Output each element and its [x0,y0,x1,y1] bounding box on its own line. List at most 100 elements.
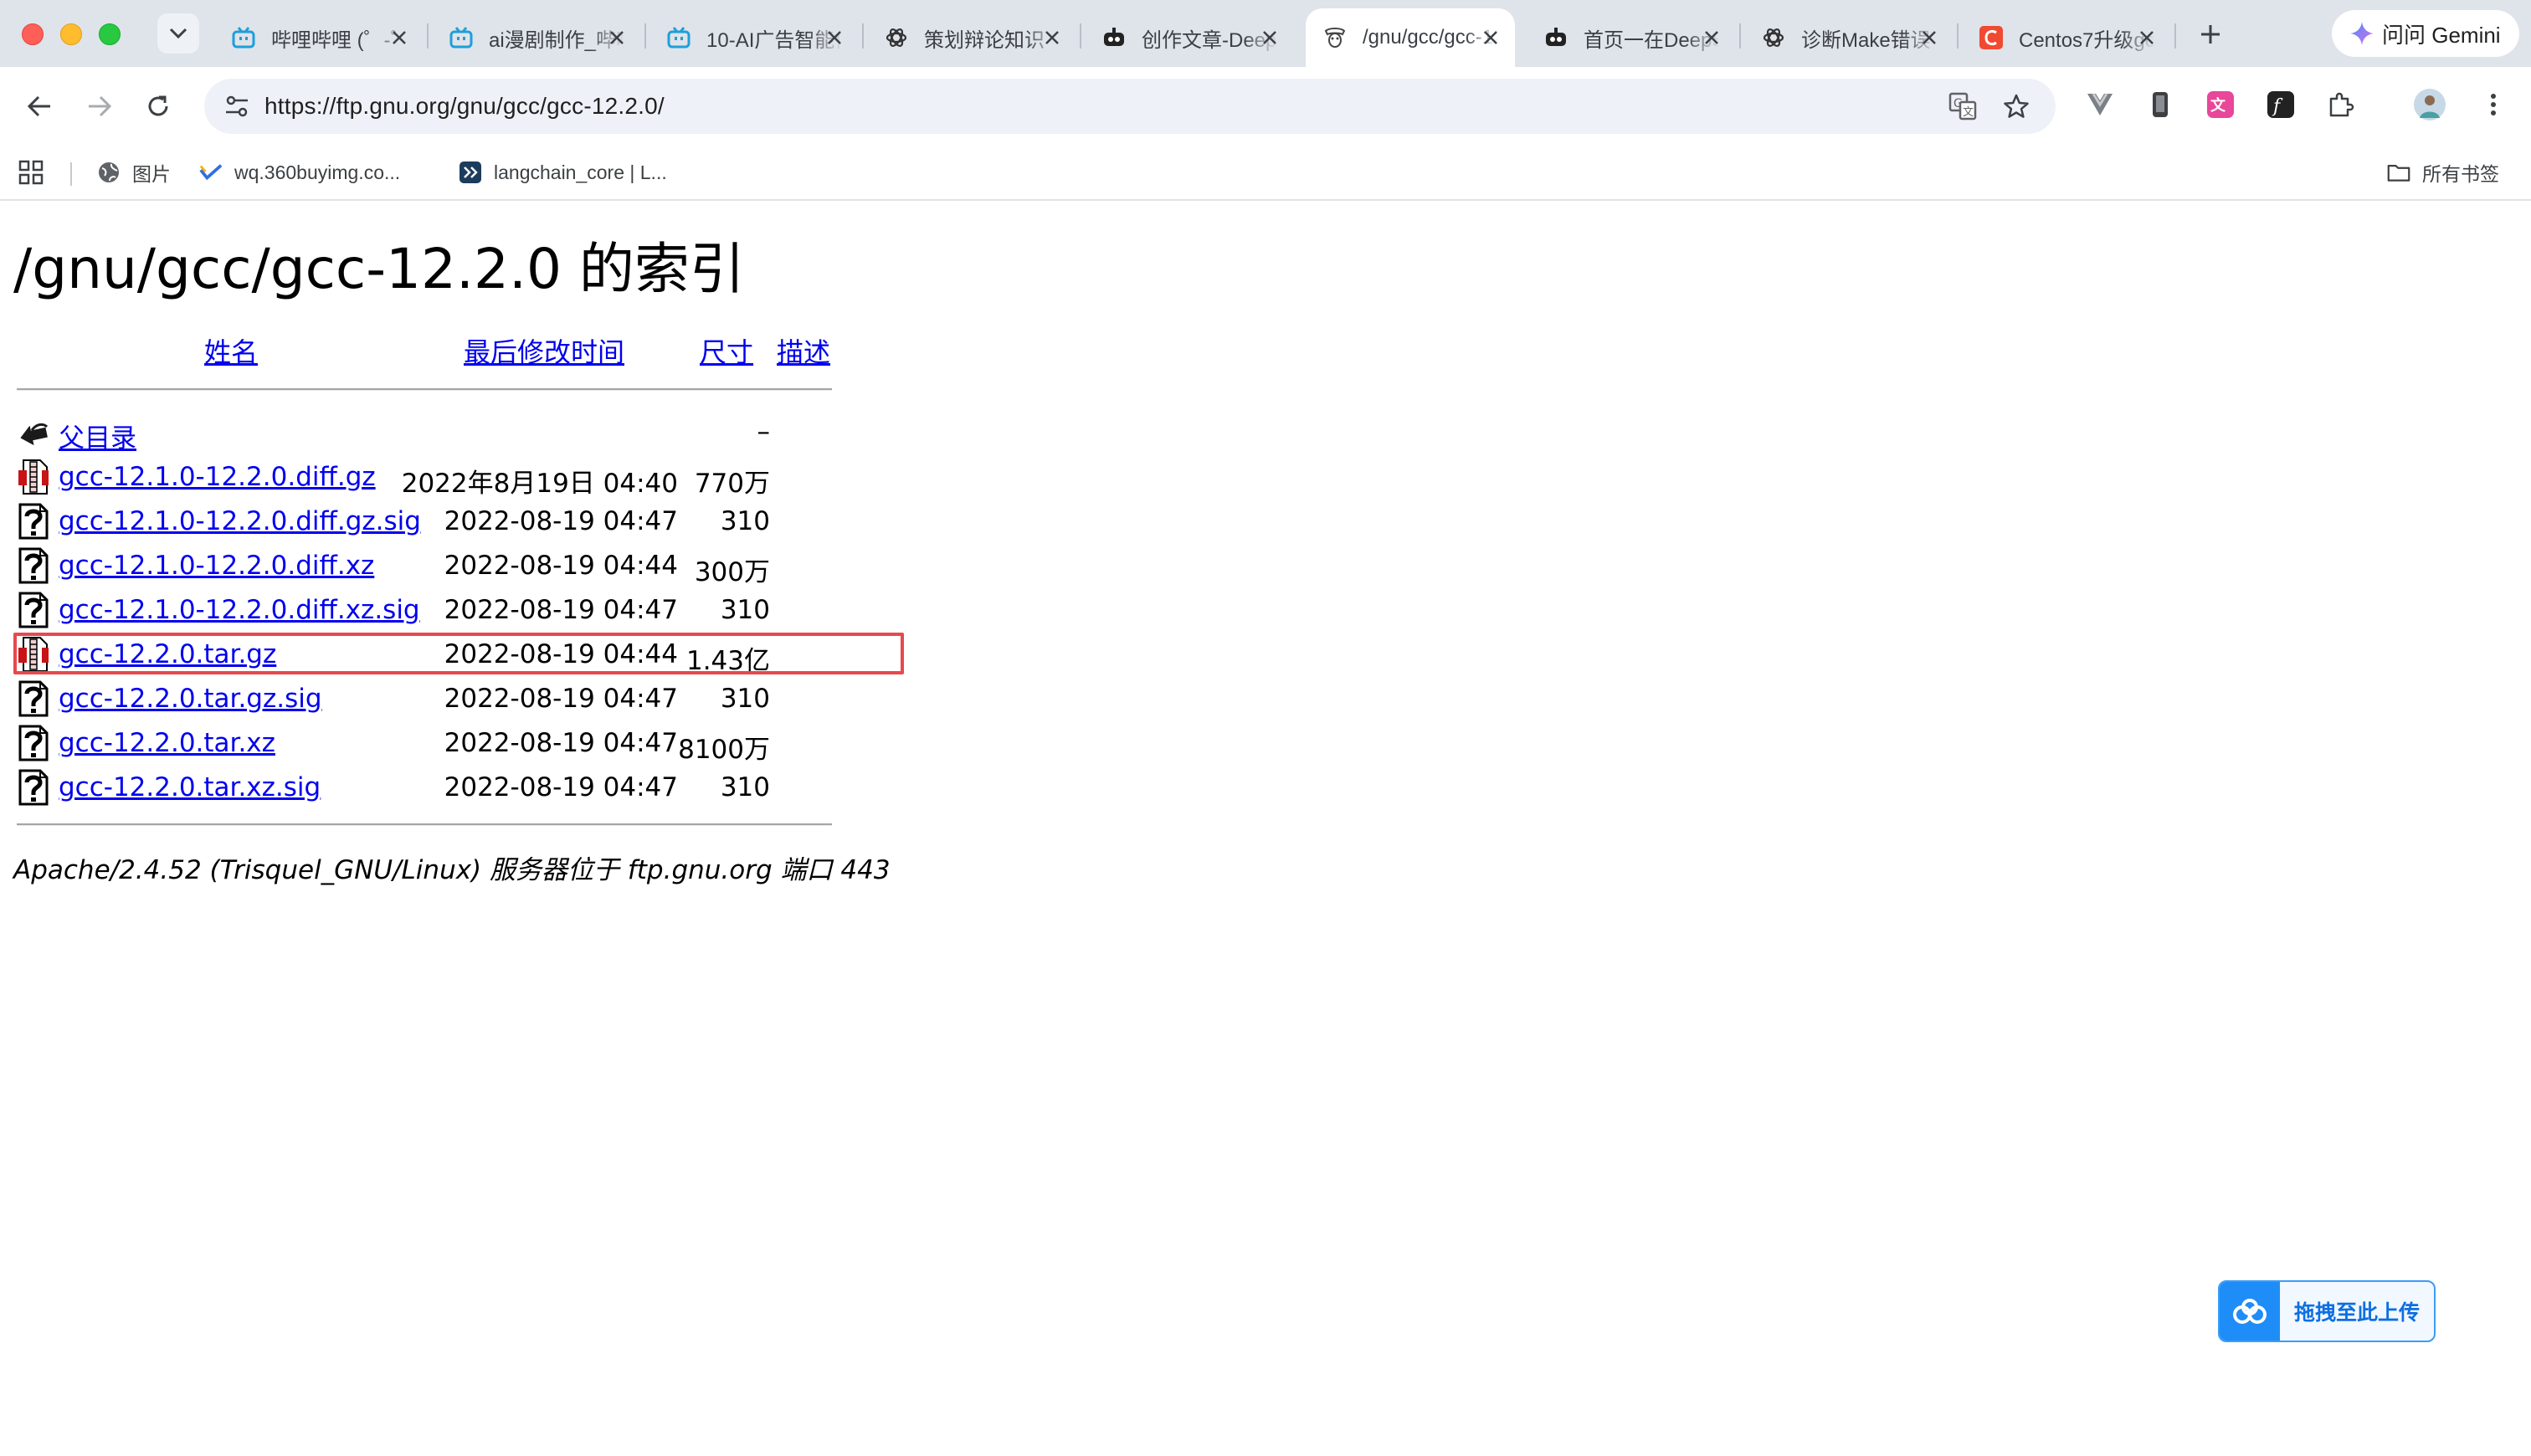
extension-device[interactable] [2141,85,2179,124]
tab-bilibili-ai-comic[interactable]: ai漫剧制作_哔哩哔哩 [432,8,641,67]
tab-divider [1957,23,1959,49]
bookmark-360buyimg[interactable]: wq.360buyimg.co... [199,156,400,189]
file-link[interactable]: gcc-12.1.0-12.2.0.diff.xz.sig [59,595,420,625]
extension-formula[interactable]: f [2261,85,2300,124]
phone-icon [2153,92,2168,117]
parent-directory-link[interactable]: 父目录 [59,417,136,454]
sort-by-description-link[interactable]: 描述 [777,331,830,370]
csdn-icon [1979,25,2004,50]
table-bottom-divider [17,823,832,826]
file-modified: 2022-08-19 04:47 [444,506,678,536]
formula-icon: f [2267,91,2294,118]
page-title: /gnu/gcc/gcc-12.2.0 的索引 [13,237,745,301]
check-icon [199,161,223,184]
bookmark-star-button[interactable] [1995,85,2037,127]
close-icon[interactable] [608,28,626,47]
file-row: gcc-12.2.0.tar.xz.sig 2022-08-19 04:47 3… [0,766,921,809]
bookmark-label: langchain_core | L... [494,161,667,183]
file-link[interactable]: gcc-12.1.0-12.2.0.diff.gz [59,462,376,492]
tab-search-button[interactable] [157,13,199,54]
zoom-window-button[interactable] [99,23,121,45]
tab-chatgpt-debate[interactable]: 策划辩论知识 [867,8,1076,67]
folder-icon [2387,161,2410,184]
file-size: 310 [720,772,770,802]
reload-icon [148,95,168,116]
tab-divider [862,23,864,49]
close-icon[interactable] [1043,28,1061,47]
bookmark-langchain[interactable]: langchain_core | L... [459,156,667,189]
extension-translator[interactable]: 文 [2201,85,2240,124]
close-icon[interactable] [1481,28,1500,47]
tab-title: 哔哩哔哩 (゜-゜)つロ [271,28,407,52]
file-link[interactable]: gcc-12.2.0.tar.gz.sig [59,684,322,714]
tab-title: 10-AI广告智能体 [706,28,842,52]
translate-button[interactable]: G文 [1942,85,1984,127]
file-link[interactable]: gcc-12.2.0.tar.xz.sig [59,772,321,802]
close-icon[interactable] [2138,28,2156,47]
file-row: gcc-12.1.0-12.2.0.diff.xz 2022-08-19 04:… [0,544,921,587]
robot-icon [1543,25,1568,50]
tab-gnu-gcc-index[interactable]: /gnu/gcc/gcc-12.2.0 [1306,8,1515,67]
tab-title: ai漫剧制作_哔哩哔哩 [489,28,624,52]
drag-upload-widget[interactable]: 拖拽至此上传 [2218,1280,2436,1342]
tab-deepseek-home[interactable]: 首页一在DeepSeek [1527,8,1736,67]
chevron-down-icon [169,28,187,39]
close-icon[interactable] [1260,28,1279,47]
page-content: /gnu/gcc/gcc-12.2.0 的索引 姓名 最后修改时间 尺寸 描述 … [0,201,2531,1456]
address-bar[interactable]: https://ftp.gnu.org/gnu/gcc/gcc-12.2.0/ … [204,79,2056,134]
file-row: gcc-12.1.0-12.2.0.diff.gz 2022年8月19日 04:… [0,455,921,499]
tab-bilibili-ai-ad[interactable]: 10-AI广告智能体 [649,8,859,67]
bilibili-icon [666,25,691,50]
ask-gemini-button[interactable]: 问问 Gemini [2332,10,2519,57]
tab-divider [427,23,429,49]
parent-directory-row: 父目录 – [0,410,921,454]
new-tab-button[interactable] [2191,15,2230,54]
tab-bilibili-home[interactable]: 哔哩哔哩 (゜-゜)つロ [214,8,424,67]
file-modified: 2022-08-19 04:47 [444,772,678,802]
file-link[interactable]: gcc-12.1.0-12.2.0.diff.gz.sig [59,506,421,536]
reload-button[interactable] [137,85,179,127]
baidu-cloud-icon [2220,1282,2280,1341]
extension-vue-devtools[interactable] [2081,85,2119,124]
close-icon[interactable] [825,28,844,47]
close-icon[interactable] [1702,28,1721,47]
star-icon [2004,94,2029,118]
file-size: 8100万 [678,735,770,765]
openai-icon [884,25,909,50]
file-size: 310 [720,684,770,714]
file-size: 300万 [694,557,770,587]
tab-csdn-centos[interactable]: Centos7升级gcc [1962,8,2171,67]
close-icon[interactable] [390,28,408,47]
browser-menu-button[interactable] [2474,85,2513,124]
forward-arrow-icon [89,95,112,117]
vue-icon [2087,93,2113,115]
all-bookmarks-button[interactable]: 所有书签 [2387,156,2499,189]
file-link[interactable]: gcc-12.2.0.tar.xz [59,728,275,758]
forward-button[interactable] [79,85,121,127]
unknown-file-icon [18,547,49,584]
site-info-button[interactable] [216,85,258,127]
file-size: 310 [720,595,770,625]
close-icon[interactable] [1920,28,1938,47]
file-modified: 2022-08-19 04:47 [444,728,678,758]
upload-label: 拖拽至此上传 [2293,1301,2420,1325]
tab-title: 策划辩论知识 [924,28,1045,52]
bilibili-icon [231,25,256,50]
bookmark-images[interactable]: 图片 [97,156,171,189]
file-modified: 2022-08-19 04:47 [444,595,678,625]
tab-chatgpt-make-error[interactable]: 诊断Make错误 [1744,8,1953,67]
sort-by-size-link[interactable]: 尺寸 [700,331,753,370]
translate-icon: G文 [1948,92,1977,120]
sort-by-modified-link[interactable]: 最后修改时间 [464,331,624,370]
extensions-menu-button[interactable] [2322,85,2360,124]
minimize-window-button[interactable] [60,23,82,45]
back-button[interactable] [18,85,60,127]
sort-by-name-link[interactable]: 姓名 [204,331,258,370]
url-text: https://ftp.gnu.org/gnu/gcc/gcc-12.2.0/ [264,93,665,119]
profile-avatar[interactable] [2410,85,2449,124]
tab-deepseek-article[interactable]: 创作文章-DeepSeek [1085,8,1294,67]
close-window-button[interactable] [22,23,44,45]
gnu-icon [1322,25,1348,50]
file-link[interactable]: gcc-12.1.0-12.2.0.diff.xz [59,551,374,581]
apps-button[interactable] [18,156,44,189]
